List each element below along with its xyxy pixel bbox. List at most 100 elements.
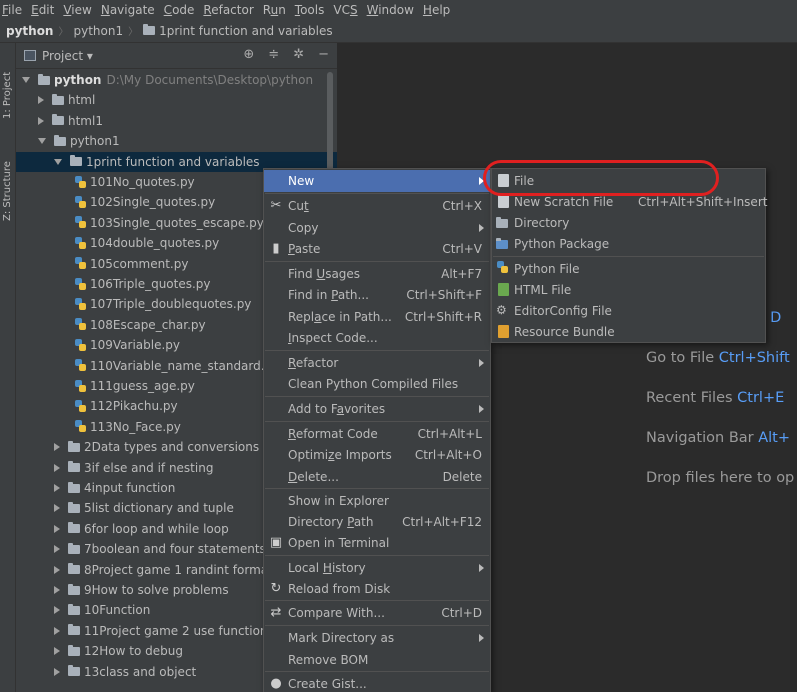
tree-folder-item[interactable]: python D:\My Documents\Desktop\python [16, 70, 337, 90]
breadcrumb-python1[interactable]: python1 [73, 24, 123, 38]
context-menu-item-delete[interactable]: Delete... Delete [264, 466, 490, 488]
context-menu-item-mark-directory-as[interactable]: Mark Directory as [264, 627, 490, 649]
menu-item-text: R [262, 2, 271, 17]
expanded-arrow-icon[interactable] [22, 77, 30, 83]
new-submenu-item-editorconfig-file[interactable]: ⚙ EditorConfig File [492, 300, 765, 321]
menu-item-text: iew [71, 2, 92, 17]
context-menu-item-clean-python-compiled-files[interactable]: Clean Python Compiled Files [264, 373, 490, 395]
submenu-arrow-icon [479, 359, 484, 367]
collapsed-arrow-icon[interactable] [54, 443, 60, 452]
context-menu-item-replace-in-path[interactable]: Replace in Path... Ctrl+Shift+R [264, 306, 490, 328]
menu-item-help[interactable]: Help [423, 3, 450, 17]
menu-item-label: Add to Favorites [288, 402, 386, 416]
context-menu-item-local-history[interactable]: Local History [264, 557, 490, 579]
new-submenu-item-python-package[interactable]: Python Package [492, 233, 765, 254]
breadcrumb-separator-icon: 〉 [128, 27, 139, 38]
folder-shape-icon [496, 217, 508, 228]
editor-hint-text: Navigation Bar [646, 430, 754, 446]
python-file-icon [74, 277, 87, 291]
structure-tool-tab-label: Z: Structure [2, 161, 13, 221]
menu-item-code[interactable]: Code [164, 3, 195, 17]
tree-folder-item[interactable]: python1 [16, 131, 337, 151]
context-menu-item-reformat-code[interactable]: Reformat Code Ctrl+Alt+L [264, 423, 490, 445]
context-menu-item-find-in-path[interactable]: Find in Path... Ctrl+Shift+F [264, 284, 490, 306]
mnemonic: R [288, 427, 296, 441]
menu-separator [265, 193, 489, 194]
collapsed-arrow-icon[interactable] [54, 524, 60, 533]
collapsed-arrow-icon[interactable] [38, 116, 44, 125]
context-menu-item-create-gist[interactable]: ● Create Gist... [264, 673, 490, 692]
tree-folder-item[interactable]: html [16, 90, 337, 110]
context-menu-item-new[interactable]: New [264, 170, 490, 192]
menu-item-mnemonic: S [349, 2, 358, 17]
menu-item-label: Reformat Code [288, 427, 378, 441]
menu-item-run[interactable]: Run [263, 3, 286, 17]
menu-item-label: Cut [288, 199, 309, 213]
context-menu-item-optimize-imports[interactable]: Optimize Imports Ctrl+Alt+O [264, 444, 490, 466]
menu-item-shortcut: Ctrl+Alt+Shift+Insert [638, 194, 768, 209]
breadcrumb-project[interactable]: python [6, 24, 53, 38]
collapsed-arrow-icon[interactable] [54, 484, 60, 492]
context-menu-item-reload-from-disk[interactable]: ↻ Reload from Disk [264, 578, 490, 600]
gear-icon[interactable]: ✲ [293, 47, 304, 62]
context-menu-item-refactor[interactable]: Refactor [264, 352, 490, 374]
context-menu-item-find-usages[interactable]: Find Usages Alt+F7 [264, 263, 490, 285]
new-submenu-item-resource-bundle[interactable]: Resource Bundle [492, 321, 765, 342]
menu-item-text: efactor [211, 2, 254, 17]
expanded-arrow-icon[interactable] [54, 158, 62, 165]
collapsed-arrow-icon[interactable] [54, 667, 60, 676]
folder-icon [68, 644, 80, 656]
project-window-icon [24, 50, 36, 61]
editor-hint: Navigation Bar Alt+ [646, 430, 790, 446]
menu-item-edit[interactable]: Edit [31, 3, 54, 17]
context-menu-item-directory-path[interactable]: Directory Path Ctrl+Alt+F12 [264, 511, 490, 533]
context-menu-item-inspect-code[interactable]: Inspect Code... [264, 327, 490, 349]
menu-item-tools[interactable]: Tools [295, 3, 325, 17]
tree-item-label: 8Project game 1 randint format [84, 562, 273, 577]
menu-item-label: New Scratch File [514, 194, 614, 209]
locate-icon[interactable]: ⊕ [243, 47, 254, 62]
collapsed-arrow-icon[interactable] [54, 463, 60, 472]
structure-tool-tab[interactable]: Z: Structure [0, 143, 16, 223]
project-view-selector[interactable]: Project ▾ [42, 49, 93, 63]
collapsed-arrow-icon[interactable] [54, 626, 60, 635]
scratch-file-icon [496, 194, 510, 209]
menu-item-file[interactable]: File [2, 3, 22, 17]
project-tool-tab[interactable]: 1: Project [0, 53, 16, 123]
tree-item-label: 102Single_quotes.py [90, 195, 216, 210]
expanded-arrow-icon[interactable] [38, 138, 46, 145]
hide-panel-icon[interactable]: − [318, 47, 329, 62]
context-menu-item-copy[interactable]: Copy [264, 217, 490, 239]
menu-item-shortcut: Alt+F7 [441, 267, 482, 281]
menu-item-window[interactable]: Window [367, 3, 414, 17]
context-menu-item-remove-bom[interactable]: Remove BOM [264, 649, 490, 671]
tree-folder-item[interactable]: html1 [16, 111, 337, 131]
menu-item-vcs[interactable]: VCS [333, 3, 357, 17]
breadcrumb-separator-icon: 〉 [58, 27, 69, 38]
menu-item-refactor[interactable]: Refactor [203, 3, 253, 17]
collapsed-arrow-icon[interactable] [54, 647, 60, 656]
mnemonic: P [288, 242, 295, 256]
menu-item-text: VC [333, 2, 350, 17]
collapsed-arrow-icon[interactable] [54, 545, 60, 554]
collapsed-arrow-icon[interactable] [54, 565, 60, 574]
menu-item-navigate[interactable]: Navigate [101, 3, 155, 17]
context-menu-item-show-in-explorer[interactable]: Show in Explorer [264, 490, 490, 512]
collapse-all-icon[interactable]: ≑ [268, 47, 279, 62]
context-menu-item-paste[interactable]: ▮ Paste Ctrl+V [264, 238, 490, 260]
collapsed-arrow-icon[interactable] [38, 96, 44, 105]
context-menu-item-open-in-terminal[interactable]: ▣ Open in Terminal [264, 532, 490, 554]
menu-item-view[interactable]: View [63, 3, 91, 17]
new-submenu-item-directory[interactable]: Directory [492, 212, 765, 233]
gear-icon: ⚙ [496, 303, 507, 317]
context-menu-item-cut[interactable]: ✂ Cut Ctrl+X [264, 195, 490, 217]
new-submenu-item-python-file[interactable]: Python File [492, 258, 765, 279]
context-menu-item-compare-with[interactable]: ⇄ Compare With... Ctrl+D [264, 602, 490, 624]
collapsed-arrow-icon[interactable] [54, 606, 60, 615]
collapsed-arrow-icon[interactable] [54, 586, 60, 594]
breadcrumb-current-folder[interactable]: 1print function and variables [159, 24, 333, 38]
context-menu-item-add-to-favorites[interactable]: Add to Favorites [264, 398, 490, 420]
collapsed-arrow-icon[interactable] [54, 504, 60, 513]
project-path: D:\My Documents\Desktop\python [106, 73, 314, 87]
new-submenu-item-html-file[interactable]: HTML File [492, 279, 765, 300]
